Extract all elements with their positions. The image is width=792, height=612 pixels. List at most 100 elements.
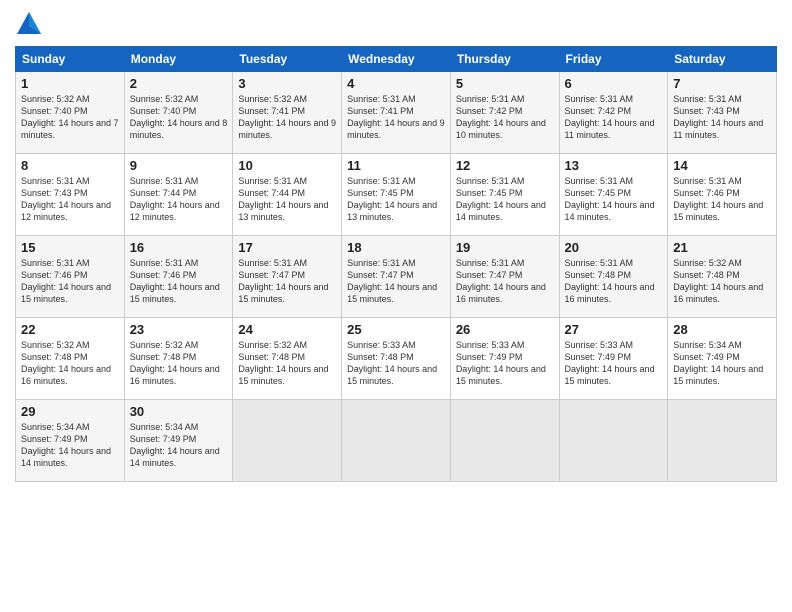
sunrise-label: Sunrise: 5:31 AM	[347, 94, 416, 104]
sunset-label: Sunset: 7:48 PM	[130, 352, 197, 362]
sunrise-label: Sunrise: 5:31 AM	[130, 258, 199, 268]
day-info: Sunrise: 5:31 AM Sunset: 7:48 PM Dayligh…	[565, 257, 663, 306]
day-number: 11	[347, 158, 445, 173]
logo	[15, 10, 47, 38]
header-saturday: Saturday	[668, 47, 777, 72]
day-number: 5	[456, 76, 554, 91]
sunrise-label: Sunrise: 5:31 AM	[238, 258, 307, 268]
day-info: Sunrise: 5:31 AM Sunset: 7:42 PM Dayligh…	[565, 93, 663, 142]
daylight-label: Daylight: 14 hours and 15 minutes.	[238, 282, 328, 304]
daylight-label: Daylight: 14 hours and 15 minutes.	[130, 282, 220, 304]
sunset-label: Sunset: 7:48 PM	[238, 352, 305, 362]
calendar-cell: 1 Sunrise: 5:32 AM Sunset: 7:40 PM Dayli…	[16, 72, 125, 154]
day-info: Sunrise: 5:32 AM Sunset: 7:48 PM Dayligh…	[238, 339, 336, 388]
header	[15, 10, 777, 38]
sunrise-label: Sunrise: 5:31 AM	[565, 94, 634, 104]
day-info: Sunrise: 5:33 AM Sunset: 7:49 PM Dayligh…	[456, 339, 554, 388]
day-info: Sunrise: 5:32 AM Sunset: 7:41 PM Dayligh…	[238, 93, 336, 142]
sunset-label: Sunset: 7:45 PM	[456, 188, 523, 198]
day-number: 1	[21, 76, 119, 91]
sunset-label: Sunset: 7:49 PM	[130, 434, 197, 444]
sunrise-label: Sunrise: 5:31 AM	[456, 94, 525, 104]
day-info: Sunrise: 5:31 AM Sunset: 7:45 PM Dayligh…	[456, 175, 554, 224]
calendar-cell	[450, 400, 559, 482]
calendar-week-5: 29 Sunrise: 5:34 AM Sunset: 7:49 PM Dayl…	[16, 400, 777, 482]
sunrise-label: Sunrise: 5:31 AM	[347, 176, 416, 186]
header-thursday: Thursday	[450, 47, 559, 72]
sunrise-label: Sunrise: 5:31 AM	[21, 176, 90, 186]
daylight-label: Daylight: 14 hours and 15 minutes.	[238, 364, 328, 386]
daylight-label: Daylight: 14 hours and 16 minutes.	[130, 364, 220, 386]
calendar-cell: 9 Sunrise: 5:31 AM Sunset: 7:44 PM Dayli…	[124, 154, 233, 236]
calendar-cell	[342, 400, 451, 482]
day-info: Sunrise: 5:31 AM Sunset: 7:44 PM Dayligh…	[238, 175, 336, 224]
sunset-label: Sunset: 7:46 PM	[673, 188, 740, 198]
daylight-label: Daylight: 14 hours and 15 minutes.	[347, 364, 437, 386]
calendar-cell: 28 Sunrise: 5:34 AM Sunset: 7:49 PM Dayl…	[668, 318, 777, 400]
day-info: Sunrise: 5:32 AM Sunset: 7:48 PM Dayligh…	[21, 339, 119, 388]
daylight-label: Daylight: 14 hours and 11 minutes.	[673, 118, 763, 140]
calendar-cell: 3 Sunrise: 5:32 AM Sunset: 7:41 PM Dayli…	[233, 72, 342, 154]
sunrise-label: Sunrise: 5:32 AM	[238, 340, 307, 350]
sunset-label: Sunset: 7:40 PM	[130, 106, 197, 116]
day-info: Sunrise: 5:32 AM Sunset: 7:48 PM Dayligh…	[673, 257, 771, 306]
day-number: 8	[21, 158, 119, 173]
sunset-label: Sunset: 7:41 PM	[238, 106, 305, 116]
day-number: 23	[130, 322, 228, 337]
sunrise-label: Sunrise: 5:32 AM	[238, 94, 307, 104]
sunrise-label: Sunrise: 5:31 AM	[347, 258, 416, 268]
daylight-label: Daylight: 14 hours and 15 minutes.	[565, 364, 655, 386]
day-info: Sunrise: 5:31 AM Sunset: 7:45 PM Dayligh…	[565, 175, 663, 224]
day-number: 10	[238, 158, 336, 173]
day-info: Sunrise: 5:32 AM Sunset: 7:40 PM Dayligh…	[130, 93, 228, 142]
daylight-label: Daylight: 14 hours and 14 minutes.	[21, 446, 111, 468]
day-info: Sunrise: 5:31 AM Sunset: 7:47 PM Dayligh…	[456, 257, 554, 306]
calendar-cell: 24 Sunrise: 5:32 AM Sunset: 7:48 PM Dayl…	[233, 318, 342, 400]
sunrise-label: Sunrise: 5:31 AM	[456, 258, 525, 268]
day-info: Sunrise: 5:31 AM Sunset: 7:46 PM Dayligh…	[130, 257, 228, 306]
sunset-label: Sunset: 7:43 PM	[673, 106, 740, 116]
calendar-body: 1 Sunrise: 5:32 AM Sunset: 7:40 PM Dayli…	[16, 72, 777, 482]
calendar-week-2: 8 Sunrise: 5:31 AM Sunset: 7:43 PM Dayli…	[16, 154, 777, 236]
calendar-cell: 8 Sunrise: 5:31 AM Sunset: 7:43 PM Dayli…	[16, 154, 125, 236]
sunset-label: Sunset: 7:49 PM	[673, 352, 740, 362]
day-info: Sunrise: 5:31 AM Sunset: 7:41 PM Dayligh…	[347, 93, 445, 142]
sunrise-label: Sunrise: 5:32 AM	[21, 94, 90, 104]
sunrise-label: Sunrise: 5:31 AM	[456, 176, 525, 186]
sunset-label: Sunset: 7:47 PM	[238, 270, 305, 280]
header-monday: Monday	[124, 47, 233, 72]
day-number: 20	[565, 240, 663, 255]
calendar-cell: 20 Sunrise: 5:31 AM Sunset: 7:48 PM Dayl…	[559, 236, 668, 318]
calendar-cell: 13 Sunrise: 5:31 AM Sunset: 7:45 PM Dayl…	[559, 154, 668, 236]
daylight-label: Daylight: 14 hours and 16 minutes.	[565, 282, 655, 304]
calendar-cell: 29 Sunrise: 5:34 AM Sunset: 7:49 PM Dayl…	[16, 400, 125, 482]
sunrise-label: Sunrise: 5:32 AM	[21, 340, 90, 350]
calendar-header: Sunday Monday Tuesday Wednesday Thursday…	[16, 47, 777, 72]
day-info: Sunrise: 5:31 AM Sunset: 7:42 PM Dayligh…	[456, 93, 554, 142]
daylight-label: Daylight: 14 hours and 14 minutes.	[130, 446, 220, 468]
daylight-label: Daylight: 14 hours and 14 minutes.	[456, 200, 546, 222]
day-number: 26	[456, 322, 554, 337]
daylight-label: Daylight: 14 hours and 16 minutes.	[21, 364, 111, 386]
header-sunday: Sunday	[16, 47, 125, 72]
daylight-label: Daylight: 14 hours and 15 minutes.	[673, 364, 763, 386]
calendar-cell: 23 Sunrise: 5:32 AM Sunset: 7:48 PM Dayl…	[124, 318, 233, 400]
daylight-label: Daylight: 14 hours and 16 minutes.	[673, 282, 763, 304]
calendar-cell: 18 Sunrise: 5:31 AM Sunset: 7:47 PM Dayl…	[342, 236, 451, 318]
sunset-label: Sunset: 7:46 PM	[130, 270, 197, 280]
sunset-label: Sunset: 7:42 PM	[456, 106, 523, 116]
calendar-cell: 17 Sunrise: 5:31 AM Sunset: 7:47 PM Dayl…	[233, 236, 342, 318]
day-info: Sunrise: 5:34 AM Sunset: 7:49 PM Dayligh…	[673, 339, 771, 388]
calendar-cell: 27 Sunrise: 5:33 AM Sunset: 7:49 PM Dayl…	[559, 318, 668, 400]
sunrise-label: Sunrise: 5:33 AM	[347, 340, 416, 350]
day-number: 18	[347, 240, 445, 255]
sunset-label: Sunset: 7:48 PM	[347, 352, 414, 362]
daylight-label: Daylight: 14 hours and 15 minutes.	[673, 200, 763, 222]
day-info: Sunrise: 5:31 AM Sunset: 7:43 PM Dayligh…	[673, 93, 771, 142]
day-number: 19	[456, 240, 554, 255]
calendar-cell: 26 Sunrise: 5:33 AM Sunset: 7:49 PM Dayl…	[450, 318, 559, 400]
calendar-cell: 7 Sunrise: 5:31 AM Sunset: 7:43 PM Dayli…	[668, 72, 777, 154]
sunset-label: Sunset: 7:40 PM	[21, 106, 88, 116]
day-number: 14	[673, 158, 771, 173]
calendar-cell: 12 Sunrise: 5:31 AM Sunset: 7:45 PM Dayl…	[450, 154, 559, 236]
